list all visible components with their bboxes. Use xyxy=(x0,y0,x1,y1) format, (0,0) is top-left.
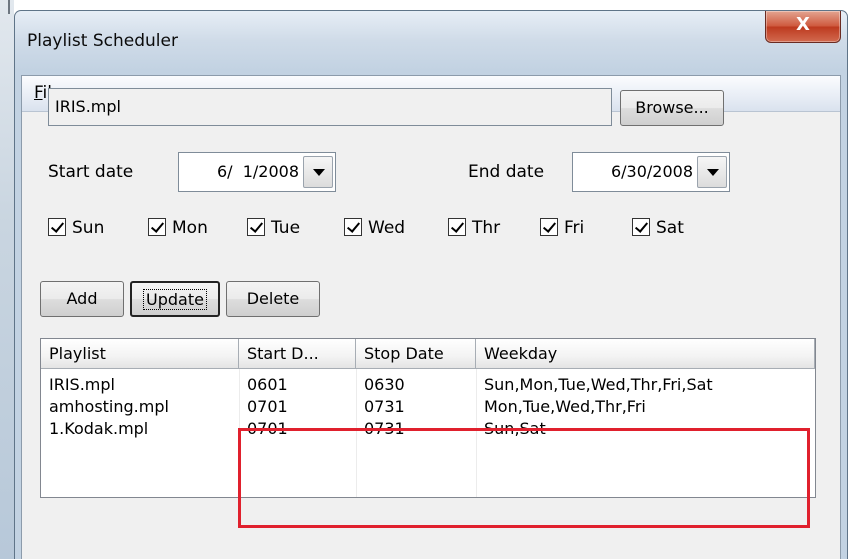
title-bar[interactable]: Playlist Scheduler X xyxy=(15,11,847,75)
close-button[interactable]: X xyxy=(765,11,841,43)
cell-playlist: 1.Kodak.mpl xyxy=(49,419,149,438)
delete-button[interactable]: Delete xyxy=(226,281,320,317)
close-icon: X xyxy=(796,14,810,35)
checkbox-wed-label: Wed xyxy=(368,218,406,238)
cell-stop-date: 0630 xyxy=(364,375,405,394)
checkbox-mon[interactable]: Mon xyxy=(148,218,208,242)
checkbox-wed[interactable]: Wed xyxy=(344,218,405,242)
cell-playlist: amhosting.mpl xyxy=(49,397,169,416)
start-date-picker[interactable]: 6/ 1/2008 xyxy=(178,152,336,192)
checkbox-tue-label: Tue xyxy=(271,218,301,238)
menu-file-mnemonic: F xyxy=(34,83,43,103)
table-row[interactable]: IRIS.mpl 0601 0630 Sun,Mon,Tue,Wed,Thr,F… xyxy=(41,374,815,396)
desktop-edge-mark xyxy=(8,0,10,14)
end-date-label: End date xyxy=(468,162,545,182)
cell-playlist: IRIS.mpl xyxy=(49,375,115,394)
checkbox-checked-icon[interactable] xyxy=(148,218,166,236)
cell-weekday: Mon,Tue,Wed,Thr,Fri xyxy=(484,397,646,416)
list-header: Playlist Start D... Stop Date Weekday xyxy=(41,339,815,369)
checkbox-checked-icon[interactable] xyxy=(540,218,558,236)
start-date-value: 6/ 1/2008 xyxy=(216,162,299,181)
checkbox-sun-label: Sun xyxy=(72,218,105,238)
end-date-picker[interactable]: 6/30/2008 xyxy=(572,152,730,192)
chevron-down-icon[interactable] xyxy=(303,156,333,188)
browse-button[interactable]: Browse... xyxy=(620,90,724,126)
checkbox-thr-label: Thr xyxy=(472,218,501,238)
column-header-weekday[interactable]: Weekday xyxy=(476,339,815,369)
playlist-file-input[interactable]: IRIS.mpl xyxy=(48,88,612,126)
column-header-playlist[interactable]: Playlist xyxy=(41,339,239,369)
highlight-box xyxy=(238,428,810,528)
checkbox-tue[interactable]: Tue xyxy=(247,218,300,242)
checkbox-sun[interactable]: Sun xyxy=(48,218,104,242)
add-button[interactable]: Add xyxy=(40,281,124,317)
cell-start-date: 0701 xyxy=(247,397,288,416)
checkbox-checked-icon[interactable] xyxy=(448,218,466,236)
column-header-stop-date[interactable]: Stop Date xyxy=(356,339,476,369)
checkbox-sat-label: Sat xyxy=(656,218,684,238)
chevron-down-icon[interactable] xyxy=(697,156,727,188)
checkbox-fri[interactable]: Fri xyxy=(540,218,584,242)
checkbox-checked-icon[interactable] xyxy=(344,218,362,236)
checkbox-mon-label: Mon xyxy=(172,218,208,238)
cell-start-date: 0601 xyxy=(247,375,288,394)
checkbox-fri-label: Fri xyxy=(564,218,585,238)
end-date-value: 6/30/2008 xyxy=(610,162,693,181)
column-header-start-date[interactable]: Start D... xyxy=(239,339,356,369)
update-button[interactable]: Update xyxy=(130,281,220,317)
desktop-background xyxy=(0,0,14,559)
table-row[interactable]: amhosting.mpl 0701 0731 Mon,Tue,Wed,Thr,… xyxy=(41,396,815,418)
cell-weekday: Sun,Mon,Tue,Wed,Thr,Fri,Sat xyxy=(484,375,713,394)
update-button-label: Update xyxy=(143,289,207,310)
checkbox-checked-icon[interactable] xyxy=(632,218,650,236)
checkbox-sat[interactable]: Sat xyxy=(632,218,684,242)
window-title: Playlist Scheduler xyxy=(27,31,178,51)
cell-stop-date: 0731 xyxy=(364,397,405,416)
checkbox-checked-icon[interactable] xyxy=(247,218,265,236)
start-date-label: Start date xyxy=(48,162,134,182)
checkbox-thr[interactable]: Thr xyxy=(448,218,500,242)
checkbox-checked-icon[interactable] xyxy=(48,218,66,236)
